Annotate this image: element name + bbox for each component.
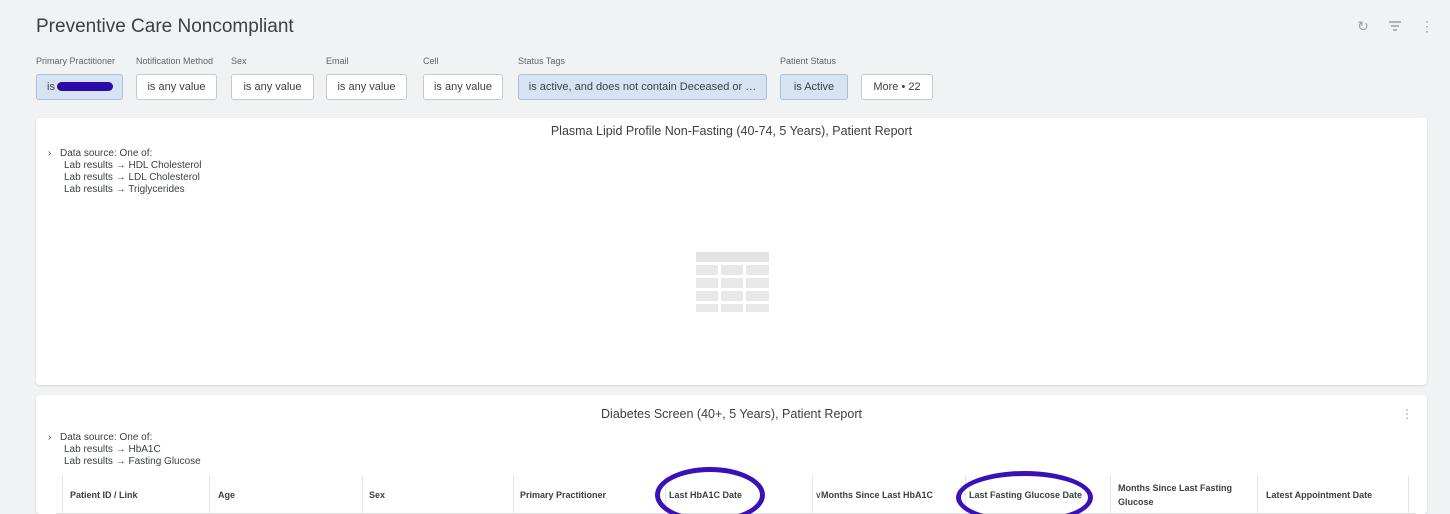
data-source-item: Lab results → Triglycerides [64,184,185,195]
card-title: Diabetes Screen (40+, 5 Years), Patient … [601,407,862,421]
filter-value-status-tags[interactable]: is active, and does not contain Deceased… [518,74,767,100]
card-title: Plasma Lipid Profile Non-Fasting (40-74,… [550,124,913,138]
filter-label: Sex [231,56,247,66]
filter-email: Email is any value [326,56,407,100]
column-header-age[interactable]: Age [218,476,363,514]
dashboard-header: Preventive Care Noncompliant ↻ ⋮ Primary… [0,0,1450,108]
column-header-sex[interactable]: Sex [369,476,514,514]
more-filters-button[interactable]: More • 22 [861,74,933,100]
table-placeholder-icon [696,252,769,312]
filter-notification-method: Notification Method is any value [136,56,217,100]
redaction-mark [57,82,113,91]
lipid-profile-card: Plasma Lipid Profile Non-Fasting (40-74,… [36,118,1427,385]
more-vert-icon[interactable]: ⋮ [1401,407,1413,421]
filter-value-primary-practitioner[interactable]: is [36,74,123,100]
chevron-right-icon[interactable]: › [48,432,60,444]
data-source-label: Data source: One of: [60,432,153,443]
column-header-patient-id[interactable]: Patient ID / Link [70,476,210,514]
filter-sex: Sex is any value [231,56,314,100]
filter-patient-status: Patient Status is Active [780,56,848,100]
filter-primary-practitioner: Primary Practitioner is [36,56,123,100]
filter-label: Notification Method [136,56,214,66]
column-header-latest-appointment-date[interactable]: Latest Appointment Date [1266,476,1409,514]
data-source-item: Lab results → HbA1C [64,444,161,455]
data-source-item: Lab results → Fasting Glucose [64,456,201,467]
refresh-icon[interactable]: ↻ [1356,18,1370,35]
chevron-right-icon[interactable]: › [48,148,60,160]
header-actions: ↻ ⋮ [1356,18,1434,35]
filter-label: Patient Status [780,56,837,66]
filter-value-sex[interactable]: is any value [231,74,314,100]
column-header-primary-practitioner[interactable]: Primary Practitioner [520,476,666,514]
filter-icon[interactable] [1388,18,1402,35]
filter-value-notification-method[interactable]: is any value [136,74,217,100]
filter-value-email[interactable]: is any value [326,74,407,100]
column-divider [56,476,63,514]
filter-label: Primary Practitioner [36,56,116,66]
data-source-label: Data source: One of: [60,148,153,159]
filter-cell: Cell is any value [423,56,503,100]
filter-value-patient-status[interactable]: is Active [780,74,848,100]
page-title: Preventive Care Noncompliant [36,16,294,37]
filter-label: Cell [423,56,439,66]
filter-label: Status Tags [518,56,565,66]
more-vert-icon[interactable]: ⋮ [1420,18,1434,35]
column-header-last-fasting-glucose-date[interactable]: Last Fasting Glucose Date [969,476,1111,514]
data-source-info: › Data source: One of: Lab results → HbA1… [48,432,201,468]
column-header-last-hba1c-date[interactable]: Last HbA1C Date ∨ [669,476,822,514]
data-source-item: Lab results → LDL Cholesterol [64,172,200,183]
filter-status-tags: Status Tags is active, and does not cont… [518,56,767,100]
data-source-info: › Data source: One of: Lab results → HDL … [48,148,201,196]
filter-label: Email [326,56,349,66]
diabetes-screen-card: Diabetes Screen (40+, 5 Years), Patient … [36,395,1427,514]
filter-value-cell[interactable]: is any value [423,74,503,100]
column-header-months-since-hba1c[interactable]: Months Since Last HbA1C [821,476,966,514]
data-source-item: Lab results → HDL Cholesterol [64,160,202,171]
column-header-months-since-fasting-glucose[interactable]: Months Since Last Fasting Glucose [1118,476,1258,514]
table-header: Patient ID / Link Age Sex Primary Practi… [56,476,1416,514]
